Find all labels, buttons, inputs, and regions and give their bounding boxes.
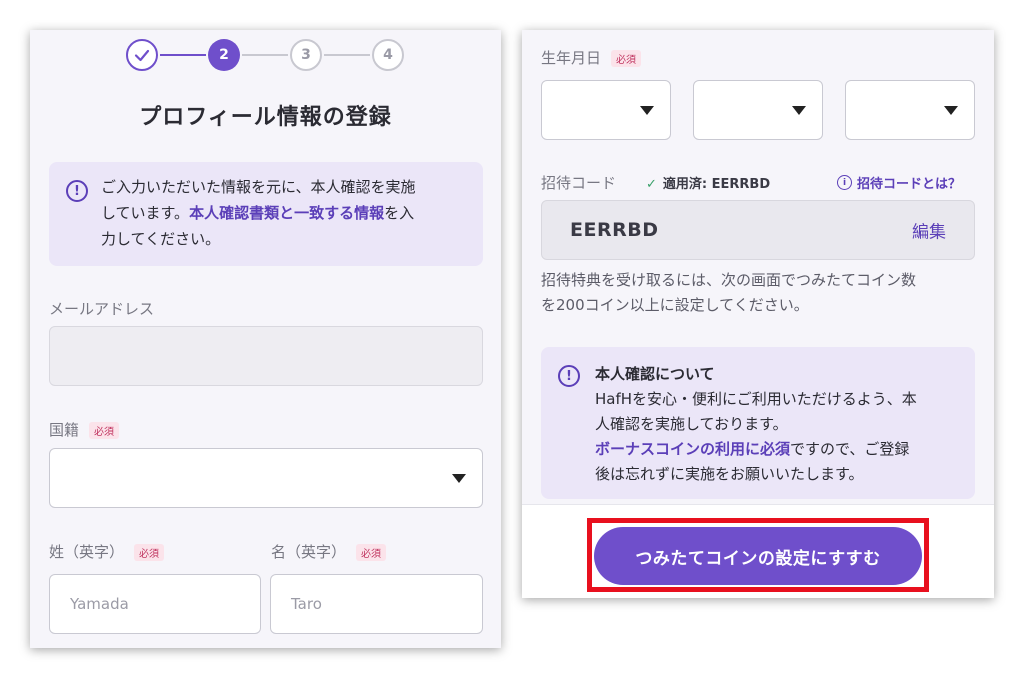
step-4: 4: [372, 39, 404, 71]
step-connector: [324, 54, 370, 56]
accent-text: 本人確認書類と一致する情報: [189, 204, 385, 222]
required-badge: 必須: [89, 422, 120, 439]
profile-form-panel-continued: 生年月日 必須 招待コード ✓ 適用済: EERRBD i 招待コードとは？ EERR…: [522, 30, 994, 598]
profile-form-panel: 2 3 4 プロフィール情報の登録 ! ご入力いただいた情報を元に、本人確認を実…: [30, 30, 501, 648]
step-2-current: 2: [208, 39, 240, 71]
invite-code-value: EERRBD: [570, 219, 659, 241]
step-connector: [160, 54, 206, 56]
check-icon: ✓: [646, 177, 657, 192]
caret-down-icon: [944, 106, 958, 115]
edit-invite-code-button[interactable]: 編集: [912, 218, 946, 243]
last-name-label: 姓（英字） 必須: [49, 541, 165, 562]
first-name-placeholder: Taro: [291, 595, 322, 613]
info-icon: i: [837, 175, 852, 190]
page-title: プロフィール情報の登録: [139, 105, 392, 130]
kyc-notice-title: 本人確認について: [595, 365, 715, 383]
birth-month-select[interactable]: [693, 80, 823, 140]
invite-code-label: 招待コード: [541, 174, 617, 192]
sticky-footer: つみたてコインの設定にすすむ: [522, 504, 994, 598]
exclamation-icon: !: [66, 180, 88, 202]
step-connector: [242, 54, 288, 56]
required-badge: 必須: [611, 50, 642, 67]
kyc-notice-text: HafHを安心・便利にご利用いただけるよう、本 人確認を実施しております。 ボー…: [595, 390, 917, 483]
accent-text: ボーナスコインの利用に必須: [595, 440, 791, 458]
exclamation-icon: !: [558, 365, 580, 387]
last-name-input[interactable]: Yamada: [49, 574, 261, 634]
birth-day-select[interactable]: [845, 80, 975, 140]
caret-down-icon: [792, 106, 806, 115]
birthdate-label: 生年月日 必須: [541, 47, 642, 68]
invite-bonus-hint: 招待特典を受け取るには、次の画面でつみたてコイン数 を200コイン以上に設定して…: [541, 271, 917, 314]
identity-notice: ! ご入力いただいた情報を元に、本人確認を実施 しています。本人確認書類と一致す…: [49, 162, 483, 266]
caret-down-icon: [640, 106, 654, 115]
required-badge: 必須: [356, 544, 387, 561]
email-label: メールアドレス: [49, 300, 155, 318]
step-3: 3: [290, 39, 322, 71]
check-icon: [134, 49, 150, 62]
required-badge: 必須: [134, 544, 165, 561]
identity-notice-text: ご入力いただいた情報を元に、本人確認を実施 しています。本人確認書類と一致する情…: [101, 178, 416, 248]
applied-status: ✓ 適用済: EERRBD: [646, 177, 771, 192]
progress-stepper: 2 3 4: [126, 39, 408, 71]
invite-code-help-link[interactable]: i 招待コードとは？: [837, 173, 961, 192]
nationality-select[interactable]: [49, 448, 483, 508]
kyc-notice: ! 本人確認について HafHを安心・便利にご利用いただけるよう、本 人確認を実…: [541, 347, 975, 499]
first-name-label: 名（英字） 必須: [271, 541, 387, 562]
last-name-placeholder: Yamada: [70, 595, 129, 613]
step-1-complete: [126, 39, 158, 71]
proceed-to-coin-settings-button[interactable]: つみたてコインの設定にすすむ: [594, 527, 922, 585]
invite-code-field: EERRBD 編集: [541, 200, 975, 260]
caret-down-icon: [452, 474, 466, 483]
birth-year-select[interactable]: [541, 80, 671, 140]
nationality-label: 国籍 必須: [49, 419, 120, 440]
first-name-input[interactable]: Taro: [270, 574, 483, 634]
email-field[interactable]: [49, 326, 483, 386]
